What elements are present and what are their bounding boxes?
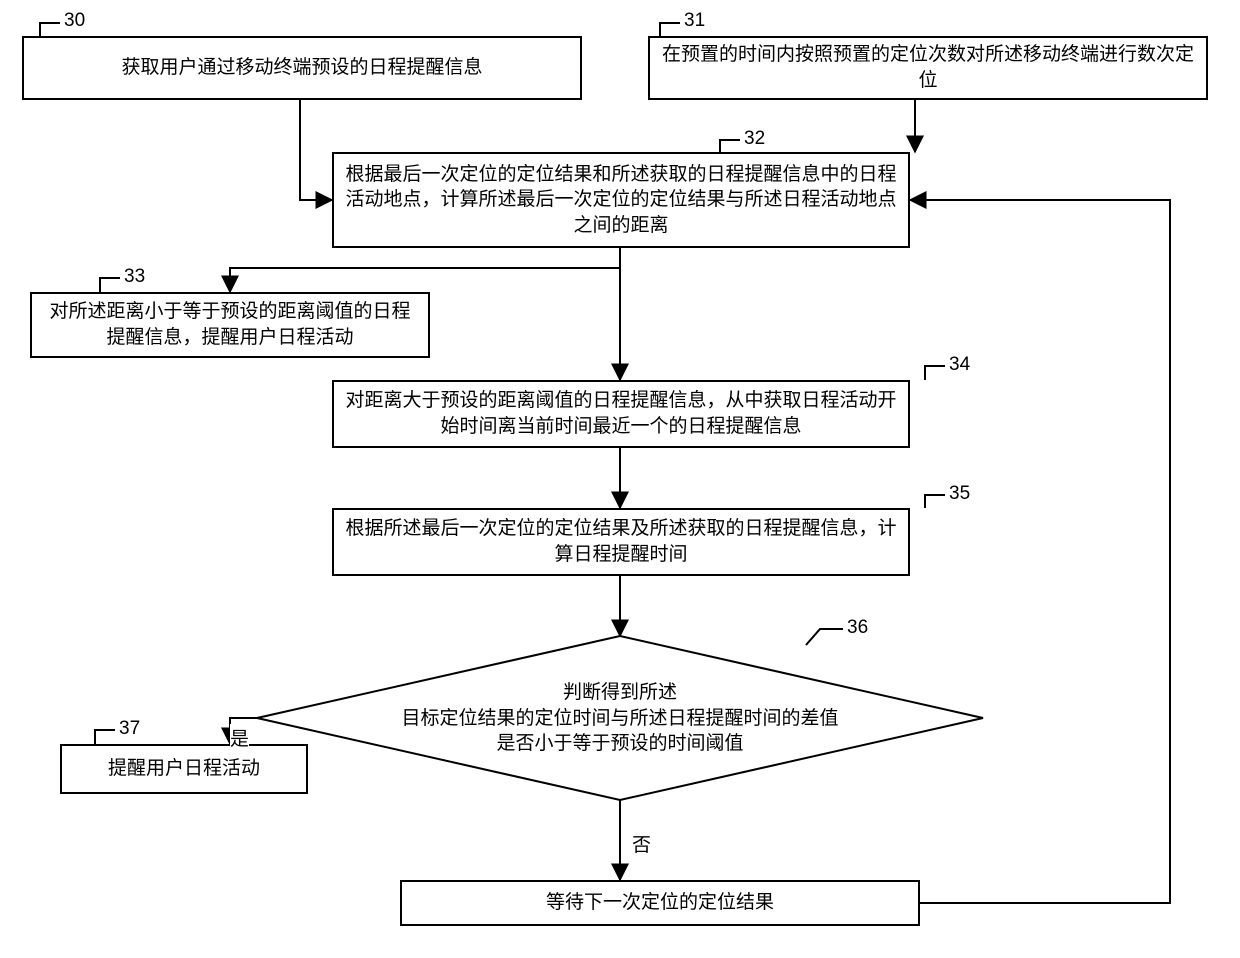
callout-36: 36 [847, 617, 868, 639]
step-38-wait-next-location: 等待下一次定位的定位结果 [400, 880, 920, 926]
arrow-layer [0, 0, 1240, 958]
step-37-remind-user: 提醒用户日程活动 [60, 744, 308, 794]
flowchart-canvas: 30 31 32 33 34 35 36 37 获取用户通过移动终端预设的日程提… [0, 0, 1240, 958]
callout-34: 34 [949, 354, 970, 376]
callout-31: 31 [684, 10, 705, 32]
callout-37: 37 [119, 718, 140, 740]
step-32-calc-distance: 根据最后一次定位的定位结果和所述获取的日程提醒信息中的日程活动地点，计算所述最后… [332, 152, 910, 248]
callout-32: 32 [744, 128, 765, 150]
step-31-locate-terminal: 在预置的时间内按照预置的定位次数对所述移动终端进行数次定位 [648, 36, 1208, 100]
callout-35: 35 [949, 483, 970, 505]
step-35-calc-reminder-time: 根据所述最后一次定位的定位结果及所述获取的日程提醒信息，计算日程提醒时间 [332, 508, 910, 576]
decision-36-time-threshold: 判断得到所述 目标定位结果的定位时间与所述日程提醒时间的差值 是否小于等于预设的… [300, 680, 940, 757]
edge-label-yes: 是 [230, 724, 249, 751]
edge-label-no: 否 [632, 830, 651, 857]
step-34-get-nearest-schedule: 对距离大于预设的距离阈值的日程提醒信息，从中获取日程活动开始时间离当前时间最近一… [332, 380, 910, 448]
callout-30: 30 [64, 10, 85, 32]
callout-33: 33 [124, 266, 145, 288]
step-30-get-preset-schedule: 获取用户通过移动终端预设的日程提醒信息 [22, 36, 582, 100]
step-33-remind-within-threshold: 对所述距离小于等于预设的距离阈值的日程提醒信息，提醒用户日程活动 [30, 292, 430, 358]
